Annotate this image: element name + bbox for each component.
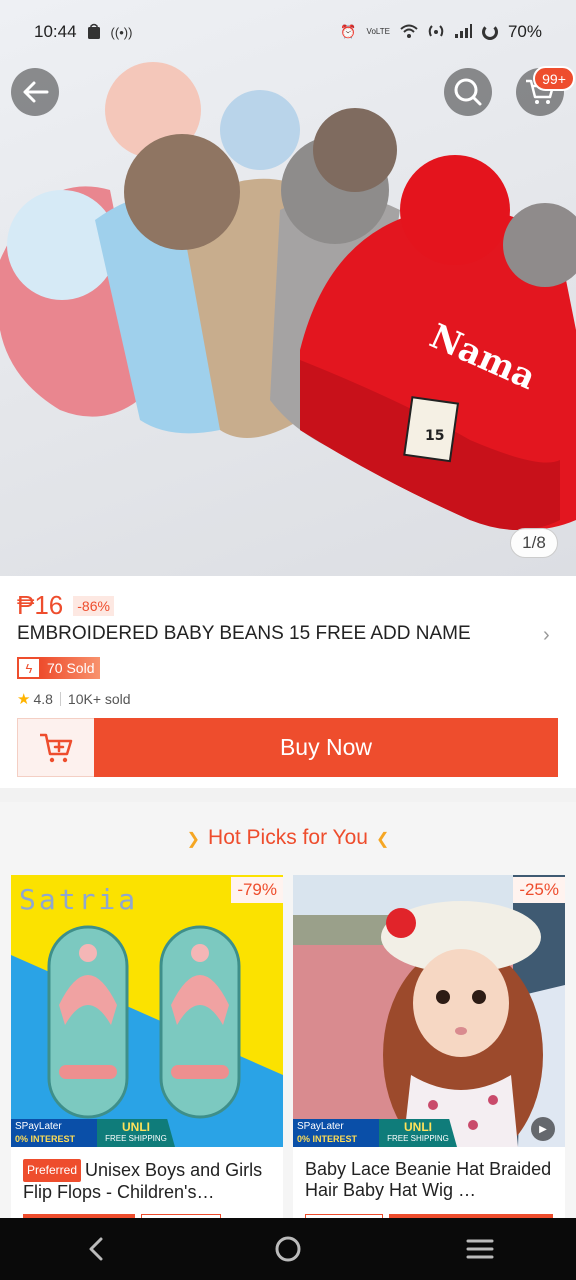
system-nav-bar xyxy=(0,1218,576,1280)
product-card-image: -25% SPayLater 0% INTEREST UNLI FREE SHI… xyxy=(293,875,565,1147)
image-counter: 1/8 xyxy=(510,528,558,558)
hotspot-icon xyxy=(428,24,444,41)
add-to-cart-button[interactable] xyxy=(17,718,95,777)
shipping-label: FREE SHIPPING xyxy=(387,1134,449,1143)
interest-label: 0% INTEREST xyxy=(297,1134,358,1144)
status-time: 10:44 xyxy=(34,22,77,41)
home-nav-icon xyxy=(275,1236,301,1262)
spaylater-label: SPayLater xyxy=(297,1121,344,1132)
hot-picks-header: ❯ Hot Picks for You ❮ xyxy=(0,826,576,850)
volte-icon: VoLTE xyxy=(366,27,390,36)
shipping-label: FREE SHIPPING xyxy=(105,1134,167,1143)
preferred-tag: Preferred xyxy=(23,1159,82,1182)
chevron-right-icon[interactable]: › xyxy=(543,624,550,647)
video-play-icon[interactable]: ▶ xyxy=(531,1117,555,1141)
add-to-cart-icon xyxy=(40,733,73,762)
decor-left-icon: ❯ xyxy=(186,831,201,848)
hot-picks-title: Hot Picks for You xyxy=(208,826,368,849)
back-button[interactable] xyxy=(11,68,59,116)
search-icon xyxy=(454,78,482,106)
free-shipping-badge: UNLI FREE SHIPPING xyxy=(379,1119,457,1147)
wifi-icon xyxy=(400,24,418,41)
nav-home-button[interactable] xyxy=(248,1224,328,1274)
hot-picks-section: ❯ Hot Picks for You ❮ Satria -79% SPayLa… xyxy=(0,802,576,1220)
buy-now-button[interactable]: Buy Now xyxy=(94,718,558,777)
product-title[interactable]: EMBROIDERED BABY BEANS 15 FREE ADD NAME xyxy=(17,623,517,645)
alarm-icon: ⏰ xyxy=(340,24,357,39)
baby-hat-photo xyxy=(293,875,565,1147)
decor-right-icon: ❮ xyxy=(375,831,390,848)
back-arrow-icon xyxy=(23,81,49,103)
product-card[interactable]: -25% SPayLater 0% INTEREST UNLI FREE SHI… xyxy=(293,875,565,1220)
back-nav-icon xyxy=(89,1237,103,1261)
sold-count: 70 Sold xyxy=(41,657,101,679)
battery-icon xyxy=(481,24,498,40)
unli-label: UNLI xyxy=(404,1120,432,1134)
rating-row: ★ 4.8 10K+ sold xyxy=(17,690,131,708)
nav-back-button[interactable] xyxy=(56,1224,136,1274)
search-button[interactable] xyxy=(444,68,492,116)
brand-watermark: Satria xyxy=(19,883,138,916)
signal-icon xyxy=(454,23,472,41)
rating-value: 4.8 xyxy=(33,691,53,707)
spaylater-badge: SPayLater 0% INTEREST xyxy=(11,1119,97,1147)
flash-icon: ϟ xyxy=(17,657,41,679)
flip-flops-photo: Satria xyxy=(11,875,283,1147)
radio-waves-icon: ((•)) xyxy=(110,24,133,40)
product-image-gallery[interactable]: Nama 15 10:44 ((•)) ⏰ VoLTE 70% 99+ 1/8 xyxy=(0,0,576,576)
divider xyxy=(59,692,61,706)
status-bar: 10:44 ((•)) ⏰ VoLTE 70% xyxy=(0,0,576,64)
product-card-name: Preferred Unisex Boys and Girls Flip Flop… xyxy=(23,1159,273,1203)
product-price: ₱16 xyxy=(17,590,64,620)
shopee-bag-icon xyxy=(87,23,101,42)
nav-recents-button[interactable] xyxy=(440,1224,520,1274)
battery-percent: 70% xyxy=(507,22,542,41)
product-card-image: Satria -79% SPayLater 0% INTEREST UNLI F… xyxy=(11,875,283,1147)
free-shipping-badge: UNLI FREE SHIPPING xyxy=(97,1119,175,1147)
spaylater-badge: SPayLater 0% INTEREST xyxy=(293,1119,379,1147)
promo-strip: SPayLater 0% INTEREST UNLI FREE SHIPPING xyxy=(11,1119,283,1147)
price-row: ₱16 -86% xyxy=(17,590,114,621)
spaylater-label: SPayLater xyxy=(15,1121,62,1132)
discount-badge: -86% xyxy=(73,595,114,616)
product-info: ₱16 -86% EMBROIDERED BABY BEANS 15 FREE … xyxy=(0,576,576,788)
total-sold: 10K+ sold xyxy=(67,691,131,707)
hat-tag-text: 15 xyxy=(425,428,444,444)
promo-strip: SPayLater 0% INTEREST UNLI FREE SHIPPING xyxy=(293,1119,565,1147)
product-card-name: Baby Lace Beanie Hat Braided Hair Baby H… xyxy=(305,1159,552,1200)
interest-label: 0% INTEREST xyxy=(15,1134,76,1144)
card-discount-badge: -79% xyxy=(231,877,283,903)
star-icon: ★ xyxy=(17,691,31,708)
sold-badge: ϟ 70 Sold xyxy=(17,657,101,679)
product-page: Nama 15 10:44 ((•)) ⏰ VoLTE 70% 99+ 1/8 … xyxy=(0,0,576,1280)
recents-nav-icon xyxy=(466,1239,494,1259)
unli-label: UNLI xyxy=(122,1120,150,1134)
cart-count-badge: 99+ xyxy=(533,66,575,91)
card-discount-badge: -25% xyxy=(513,877,565,903)
product-card[interactable]: Satria -79% SPayLater 0% INTEREST UNLI F… xyxy=(11,875,283,1220)
